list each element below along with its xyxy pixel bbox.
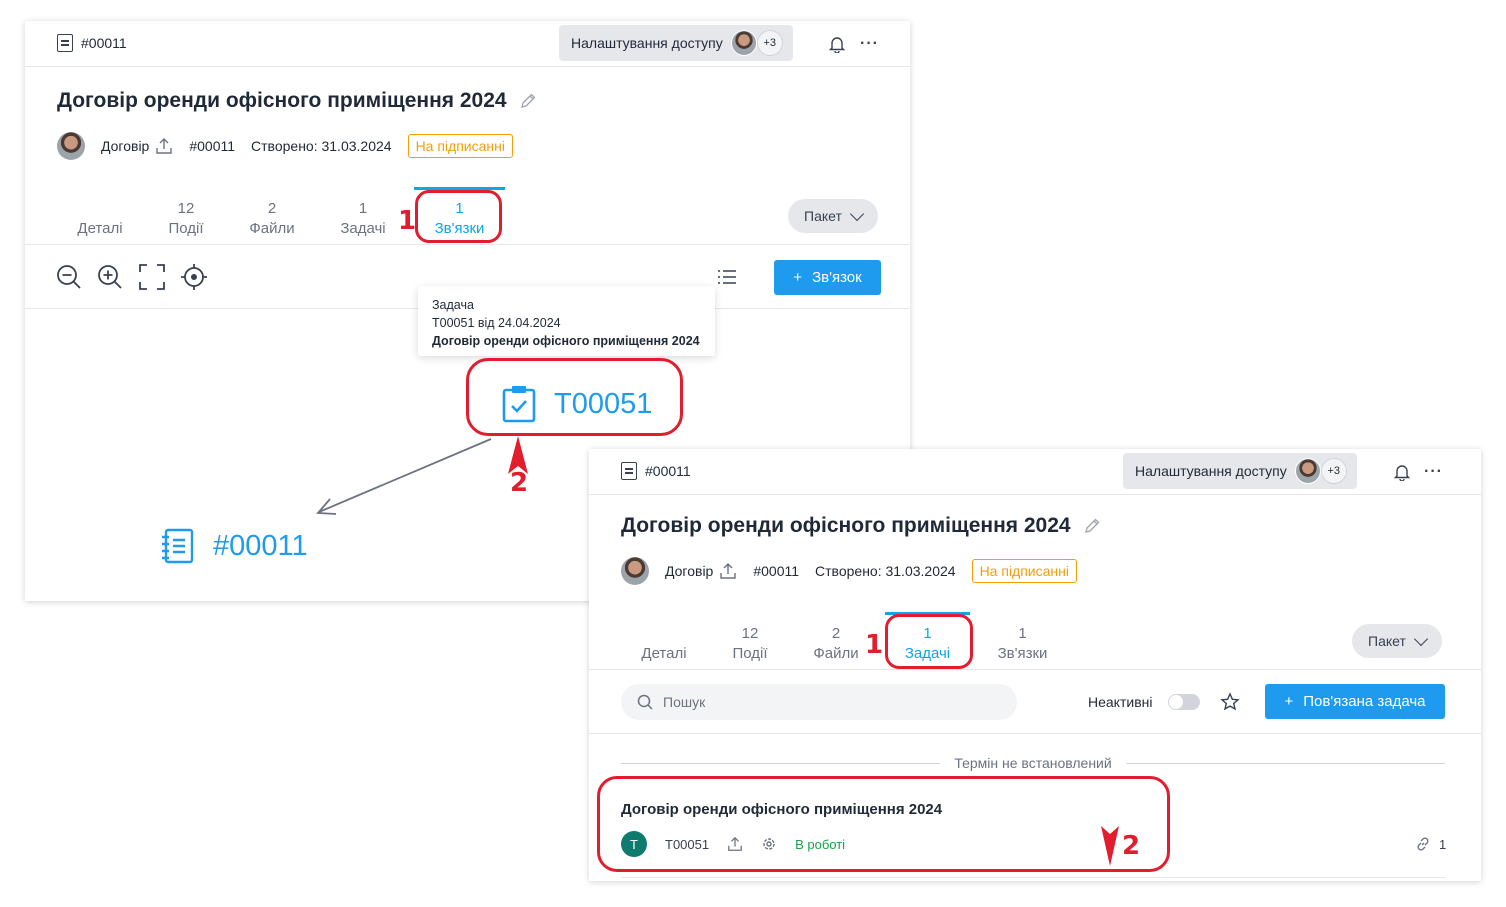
add-related-task-button[interactable]: + Пов'язана задача bbox=[1265, 684, 1445, 719]
avatar bbox=[1294, 458, 1321, 484]
add-link-button[interactable]: + Зв'язок bbox=[774, 260, 881, 295]
annotation-number: 2 bbox=[510, 468, 529, 498]
created-date: Створено: 31.03.2024 bbox=[251, 138, 392, 154]
annotation-box-links-tab bbox=[415, 190, 502, 243]
access-settings-button[interactable]: Налаштування доступу +3 bbox=[559, 25, 793, 61]
document-meta: Договір #00011 Створено: 31.03.2024 На п… bbox=[621, 557, 1077, 585]
links-count: 1 bbox=[1439, 836, 1447, 852]
tab-bar: Деталі 12 Події 2 Файли 1 Задачі 1 Зв'язки П… bbox=[589, 612, 1481, 670]
tooltip-id-date: T00051 від 24.04.2024 bbox=[432, 316, 561, 330]
link-icon bbox=[1417, 837, 1429, 851]
annotation-number: 2 bbox=[1122, 831, 1141, 861]
annotation-number: 1 bbox=[398, 206, 417, 236]
list-view-icon[interactable] bbox=[716, 266, 738, 288]
upload-icon[interactable] bbox=[155, 137, 173, 155]
document-title: Договір оренди офісного приміщення 2024 bbox=[57, 89, 507, 112]
top-bar: #00011 Налаштування доступу +3 ··· bbox=[25, 21, 910, 67]
group-separator: Термін не встановлений bbox=[621, 755, 1446, 771]
avatar bbox=[730, 30, 757, 56]
tab-files[interactable]: 2 Файли bbox=[804, 612, 868, 670]
annotation-box-task-node bbox=[466, 358, 683, 436]
status-badge: На підписанні bbox=[407, 134, 513, 158]
page-title: Договір оренди офісного приміщення 2024 bbox=[621, 514, 1101, 538]
edit-pencil-icon[interactable] bbox=[519, 92, 537, 110]
links-counter[interactable]: 1 bbox=[1415, 836, 1446, 852]
zoom-in-icon[interactable] bbox=[96, 263, 124, 291]
plus-icon: + bbox=[793, 269, 803, 286]
tab-details[interactable]: Деталі bbox=[67, 187, 133, 245]
inactive-label: Неактивні bbox=[1088, 694, 1153, 710]
add-related-task-label: Пов'язана задача bbox=[1303, 693, 1426, 710]
more-icon[interactable]: ··· bbox=[1424, 463, 1443, 481]
annotation-arrow-down bbox=[1101, 826, 1119, 866]
author-avatar bbox=[621, 557, 649, 585]
tab-links[interactable]: 1 Зв'язки bbox=[989, 612, 1056, 670]
bell-icon[interactable] bbox=[1394, 464, 1410, 481]
doc-id: #00011 bbox=[645, 463, 691, 479]
access-settings-label: Налаштування доступу bbox=[1135, 463, 1287, 479]
document-node[interactable]: #00011 bbox=[161, 527, 308, 565]
divider bbox=[589, 733, 1481, 734]
inactive-toggle[interactable] bbox=[1168, 694, 1200, 710]
document-icon bbox=[57, 34, 73, 52]
doc-id: #00011 bbox=[81, 35, 127, 51]
more-icon[interactable]: ··· bbox=[860, 35, 879, 53]
edit-pencil-icon[interactable] bbox=[1083, 517, 1101, 535]
search-placeholder: Пошук bbox=[663, 694, 706, 710]
zoom-out-icon[interactable] bbox=[55, 263, 83, 291]
search-icon bbox=[637, 694, 653, 710]
document-meta: Договір #00011 Створено: 31.03.2024 На п… bbox=[57, 132, 513, 160]
annotation-box-tasks-tab bbox=[885, 614, 973, 669]
package-dropdown[interactable]: Пакет bbox=[1352, 624, 1442, 658]
tab-files[interactable]: 2 Файли bbox=[240, 187, 304, 245]
tooltip-type: Задача bbox=[432, 298, 474, 312]
extra-users-badge: +3 bbox=[1320, 458, 1347, 484]
plus-icon: + bbox=[1284, 693, 1294, 710]
chevron-down-icon bbox=[1413, 631, 1428, 646]
chevron-down-icon bbox=[849, 206, 864, 221]
created-date: Створено: 31.03.2024 bbox=[815, 563, 956, 579]
package-label: Пакет bbox=[1368, 633, 1406, 649]
access-settings-label: Налаштування доступу bbox=[571, 35, 723, 51]
annotation-box-task-row bbox=[597, 776, 1170, 872]
divider bbox=[621, 877, 1445, 878]
document-node-label: #00011 bbox=[213, 529, 308, 562]
tab-tasks[interactable]: 1 Задачі bbox=[331, 187, 395, 245]
document-title: Договір оренди офісного приміщення 2024 bbox=[621, 514, 1071, 537]
center-target-icon[interactable] bbox=[180, 263, 208, 291]
group-label: Термін не встановлений bbox=[954, 755, 1112, 771]
doc-id-header: #00011 bbox=[621, 462, 691, 480]
add-link-label: Зв'язок bbox=[812, 269, 862, 286]
package-label: Пакет bbox=[804, 208, 842, 224]
top-bar: #00011 Налаштування доступу +3 ··· bbox=[589, 449, 1481, 495]
tab-details[interactable]: Деталі bbox=[631, 612, 697, 670]
document-node-icon bbox=[162, 528, 194, 564]
doc-number: #00011 bbox=[753, 563, 800, 579]
fit-screen-icon[interactable] bbox=[138, 263, 166, 291]
doc-type: Договір bbox=[101, 138, 150, 154]
tooltip-title: Договір оренди офісного приміщення 2024 bbox=[432, 334, 700, 348]
search-input[interactable]: Пошук bbox=[621, 684, 1017, 720]
status-badge: На підписанні bbox=[971, 559, 1077, 583]
bell-icon[interactable] bbox=[829, 36, 845, 53]
package-dropdown[interactable]: Пакет bbox=[788, 199, 878, 233]
doc-type: Договір bbox=[665, 563, 714, 579]
access-settings-button[interactable]: Налаштування доступу +3 bbox=[1123, 453, 1357, 489]
tab-events[interactable]: 12 Події bbox=[719, 612, 781, 670]
extra-users-badge: +3 bbox=[756, 30, 783, 56]
document-icon bbox=[621, 462, 637, 480]
author-avatar bbox=[57, 132, 85, 160]
annotation-number: 1 bbox=[865, 630, 884, 660]
node-tooltip: Задача T00051 від 24.04.2024 Договір оре… bbox=[418, 286, 715, 356]
tab-events[interactable]: 12 Події bbox=[155, 187, 217, 245]
doc-number: #00011 bbox=[189, 138, 236, 154]
page-title: Договір оренди офісного приміщення 2024 bbox=[57, 89, 537, 113]
doc-id-header: #00011 bbox=[57, 34, 127, 52]
upload-icon[interactable] bbox=[719, 562, 737, 580]
star-icon[interactable] bbox=[1220, 692, 1240, 712]
